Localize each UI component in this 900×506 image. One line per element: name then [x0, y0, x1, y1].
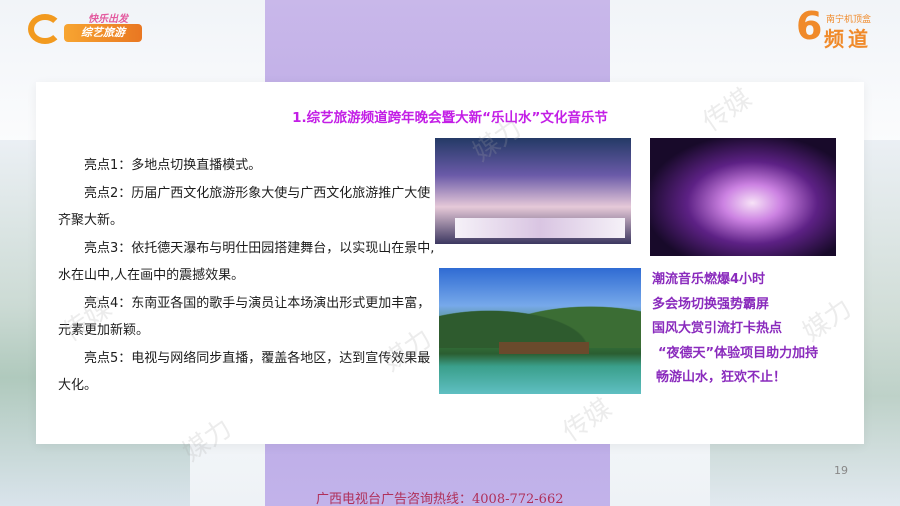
point-item: 亮点1：多地点切换直播模式。 [84, 158, 262, 173]
karst-hills [439, 290, 641, 348]
stage-floor [455, 218, 625, 238]
logo-channel-name: 综艺旅游 [64, 24, 142, 42]
variety-travel-logo: 快乐出发 综艺旅游 [28, 10, 142, 46]
slide-title: 1.综艺旅游频道跨年晚会暨大新“乐山水”文化音乐节 [292, 110, 608, 126]
highlight-line: 潮流音乐燃爆4小时 [652, 272, 766, 287]
g-logo-icon [28, 14, 62, 44]
highlight-line: “夜德天”体验项目助力加持 [658, 345, 819, 361]
point-item: 亮点2：历届广西文化旅游形象大使与广西文化旅游推广大使齐聚大新。 [58, 185, 431, 229]
point-item: 亮点4：东南亚各国的歌手与演员让本场演出形式更加丰富，元素更加新颖。 [58, 295, 431, 339]
event-highlights: 潮流音乐燃爆4小时 多会场切换强势霸屏 国风大赏引流打卡热点 “夜德天”体验项目… [652, 268, 852, 391]
highlight-line: 多会场切换强势霸屏 [652, 296, 770, 312]
logo-slogan: 快乐出发 [88, 14, 128, 25]
content-card: 1.综艺旅游频道跨年晚会暨大新“乐山水”文化音乐节 亮点1：多地点切换直播模式。… [36, 82, 864, 444]
point-item: 亮点5：电视与网络同步直播，覆盖各地区，达到宣传效果最大化。 [58, 350, 431, 394]
night-waterfall-photo [650, 138, 836, 256]
point-item: 亮点3：依托德天瀑布与明仕田园搭建舞台，以实现山在景中,水在山中,人在画中的震撼… [58, 240, 435, 284]
highlight-line: 畅游山水，狂欢不止！ [656, 370, 787, 385]
ad-hotline: 广西电视台广告咨询热线：4008-772-662 [316, 492, 564, 506]
karst-river-photo [439, 268, 641, 394]
page-number: 19 [834, 464, 848, 477]
channel-six-mark: 6 [796, 4, 823, 48]
riverside-pavilion [499, 342, 589, 354]
highlight-points: 亮点1：多地点切换直播模式。 亮点2：历届广西文化旅游形象大使与广西文化旅游推广… [58, 152, 442, 400]
highlight-line: 国风大赏引流打卡热点 [652, 321, 783, 336]
brand-name: 频道 [824, 27, 872, 51]
channel-brand: 6 南宁机顶盒 频道 [796, 4, 888, 51]
stage-performance-photo [435, 138, 631, 244]
